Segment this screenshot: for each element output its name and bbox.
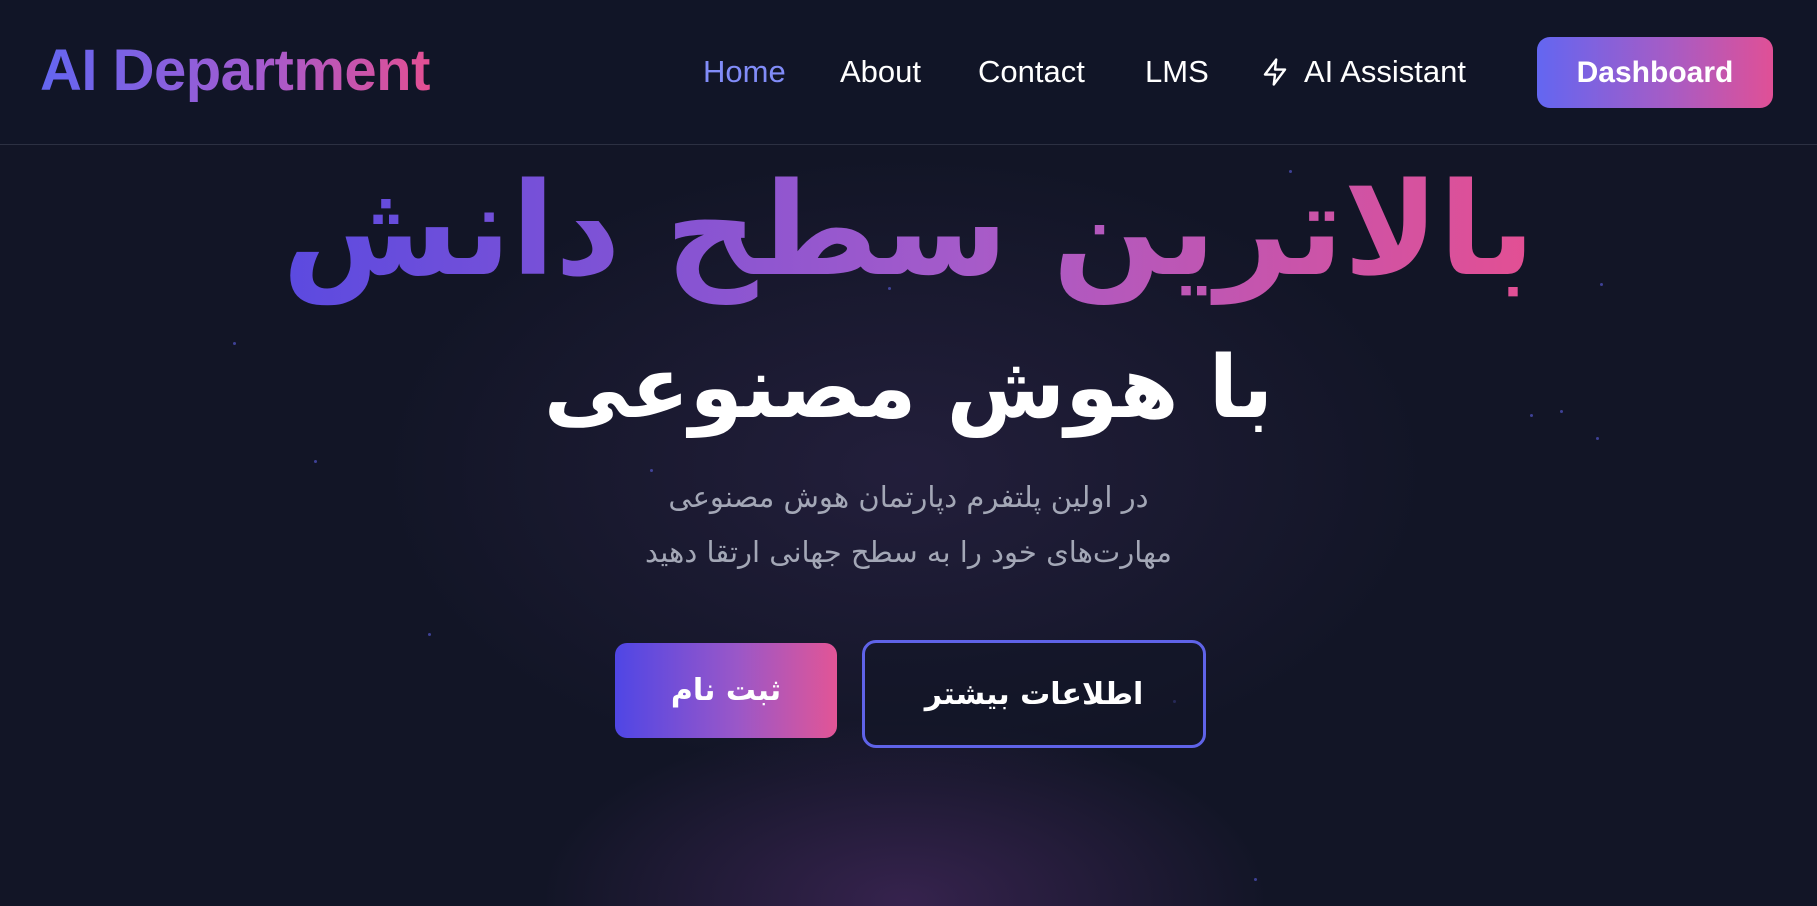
hero-title-text: بالاترین سطح دانش [282,146,1535,316]
hero-description-line-2: مهارت‌های خود را به سطح جهانی ارتقا دهید [645,535,1172,569]
nav-link-ai-assistant[interactable]: AI Assistant [1260,52,1466,92]
particle-dot [1254,878,1257,881]
nav-link-about[interactable]: About [840,52,921,92]
logo[interactable]: AI Department [40,36,430,106]
more-info-button[interactable]: اطلاعات بیشتر [862,640,1206,748]
hero-subtitle: با هوش مصنوعی [543,338,1274,438]
hero-description: در اولین پلتفرم دپارتمان هوش مصنوعی مهار… [0,470,1817,580]
nav-link-lms[interactable]: LMS [1145,52,1209,92]
particle-dot [428,633,431,636]
dashboard-button[interactable]: Dashboard [1537,37,1773,108]
ai-assistant-label: AI Assistant [1304,54,1466,89]
navbar: AI Department Home About Contact LMS AI … [0,0,1817,145]
hero-description-line-1: در اولین پلتفرم دپارتمان هوش مصنوعی [668,480,1149,514]
lightning-icon [1263,58,1287,86]
hero-title: بالاترین سطح دانش [0,146,1817,316]
nav-link-home[interactable]: Home [703,52,786,92]
particle-dot [314,460,317,463]
nav-link-contact[interactable]: Contact [978,52,1085,92]
register-button[interactable]: ثبت نام [615,643,837,738]
page: AI Department Home About Contact LMS AI … [0,0,1817,906]
